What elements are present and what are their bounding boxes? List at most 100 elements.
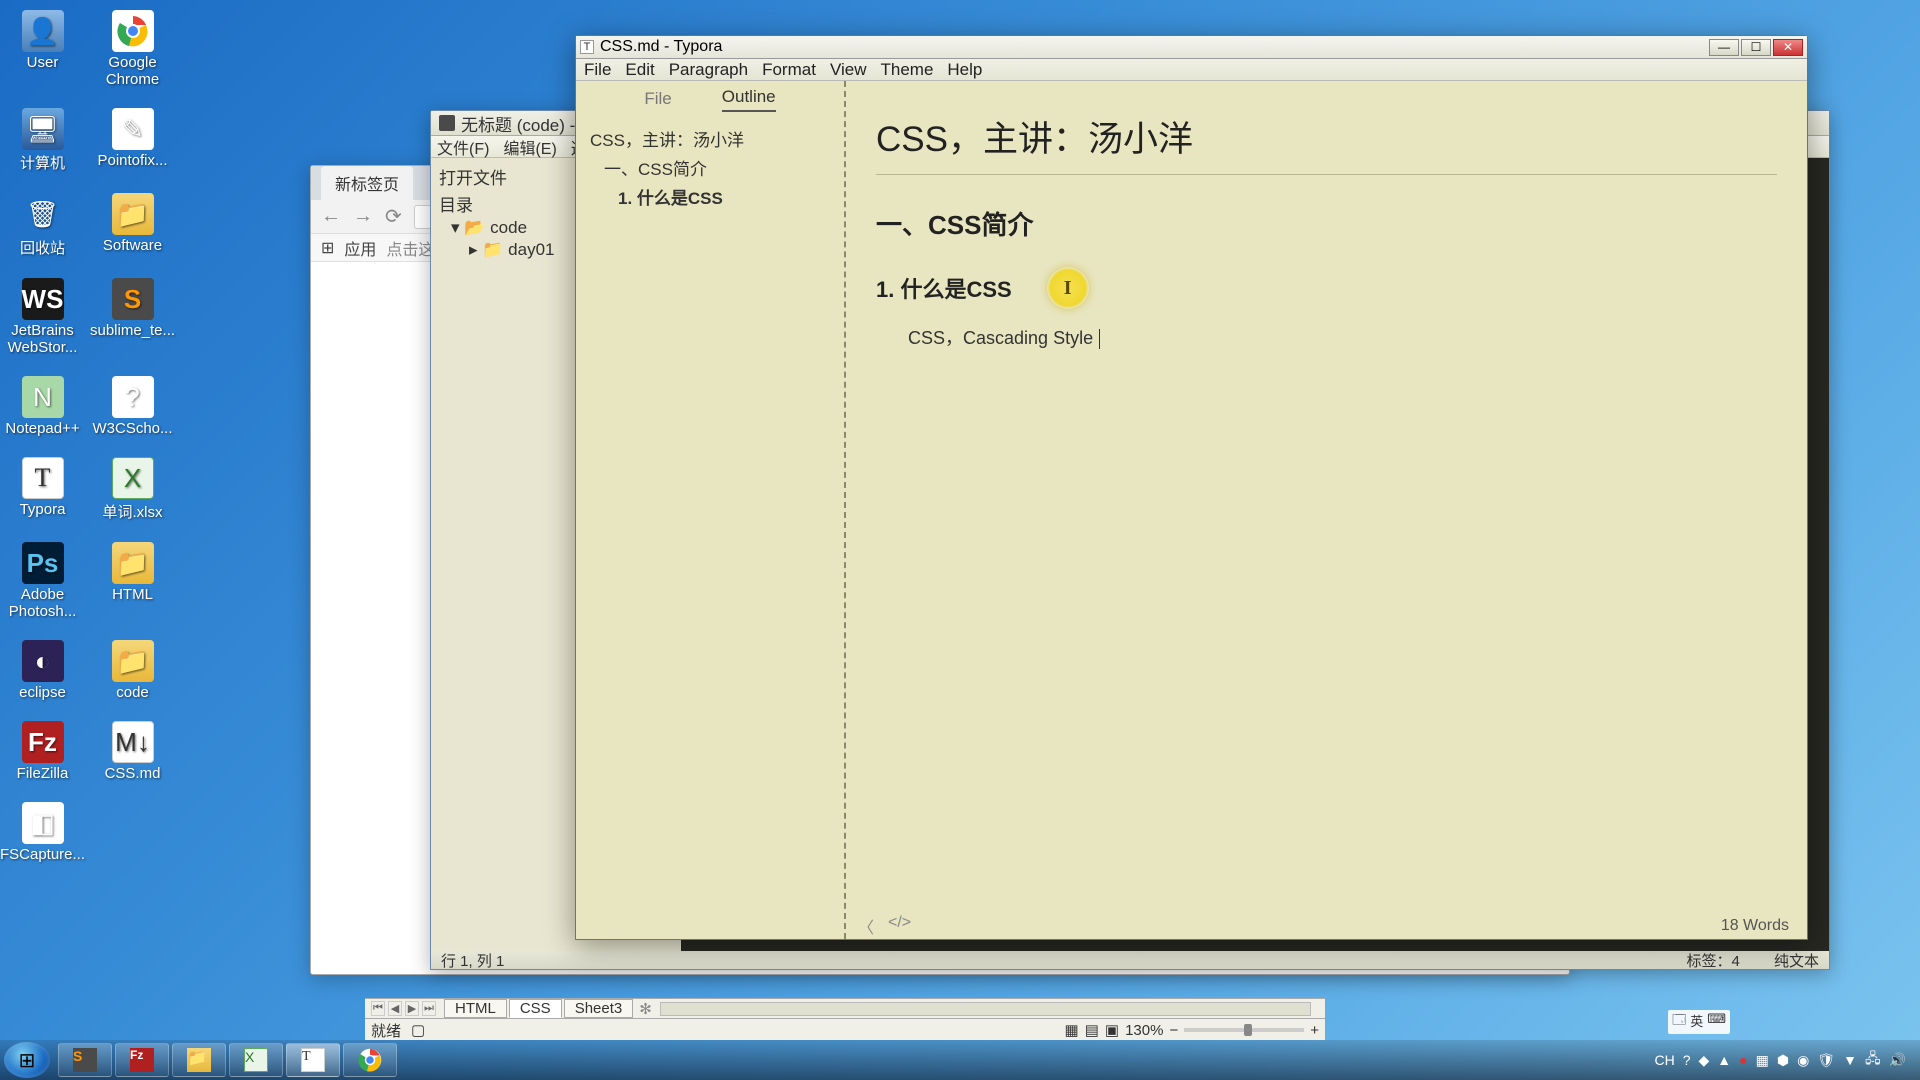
close-button[interactable]: ✕ <box>1773 39 1803 56</box>
menu-file[interactable]: 文件(F) <box>437 135 489 159</box>
desktop-icon-notepadpp[interactable]: NNotepad++ <box>10 376 75 437</box>
outline-item-intro[interactable]: 一、CSS简介 <box>590 156 830 185</box>
menu-help[interactable]: Help <box>947 60 982 80</box>
chrome-icon <box>358 1048 382 1072</box>
task-explorer[interactable]: 📁 <box>172 1043 226 1077</box>
doc-title[interactable]: CSS，主讲：汤小洋 <box>876 111 1777 162</box>
word-count[interactable]: 18 Words <box>1721 917 1789 935</box>
desktop-icon-cssmd[interactable]: M↓CSS.md <box>100 721 165 782</box>
task-filezilla[interactable]: Fz <box>115 1043 169 1077</box>
status-syntax[interactable]: 纯文本 <box>1774 953 1819 970</box>
sheet-nav-last-icon[interactable]: ⏭ <box>422 1001 436 1016</box>
tray-icon[interactable]: ◆ <box>1699 1052 1710 1069</box>
minimize-button[interactable]: — <box>1709 39 1739 56</box>
tray-icon[interactable]: 🛡 <box>1817 1052 1835 1069</box>
desktop-icon-w3cschool[interactable]: ?W3CScho... <box>100 376 165 437</box>
desktop-icon-user[interactable]: 👤User <box>10 10 75 88</box>
back-icon[interactable]: ← <box>321 205 341 228</box>
tray-icon[interactable]: ▦ <box>1756 1052 1769 1069</box>
apps-label[interactable]: 应用 <box>344 236 376 260</box>
sheet-tab-css[interactable]: CSS <box>509 999 562 1018</box>
back-icon[interactable]: 〈 <box>858 914 874 938</box>
doc-paragraph[interactable]: CSS，Cascading Style <box>876 324 1777 350</box>
sheet-tab-html[interactable]: HTML <box>444 999 507 1018</box>
typora-icon: T <box>22 457 64 499</box>
task-typora[interactable]: T <box>286 1043 340 1077</box>
desktop-icon-eclipse[interactable]: ◐eclipse <box>10 640 75 701</box>
outline-root[interactable]: CSS，主讲：汤小洋 <box>590 127 830 156</box>
typora-editor[interactable]: CSS，主讲：汤小洋 一、CSS简介 1. 什么是CSS I CSS，Casca… <box>846 81 1807 939</box>
zoom-level[interactable]: 130% <box>1125 1022 1163 1039</box>
ime-indicator[interactable]: 🗔 英 ⌨ <box>1668 1010 1730 1034</box>
task-sublime[interactable]: S <box>58 1043 112 1077</box>
excel-sheet-tabs: ⏮ ◀ ▶ ⏭ HTML CSS Sheet3 ✻ <box>365 999 1325 1019</box>
typora-titlebar[interactable]: T CSS.md - Typora — ☐ ✕ <box>576 36 1807 59</box>
network-icon[interactable]: 🖧 <box>1865 1048 1881 1072</box>
view-layout-icon[interactable]: ▤ <box>1085 1021 1099 1039</box>
panel-tab-outline[interactable]: Outline <box>722 87 776 112</box>
zoom-in-icon[interactable]: + <box>1310 1022 1319 1039</box>
outline-item-what-is-css[interactable]: 1. 什么是CSS <box>590 185 830 214</box>
desktop-icon-html-folder[interactable]: 📁HTML <box>100 542 165 620</box>
desktop-icon-recycle[interactable]: 🗑回收站 <box>10 193 75 258</box>
sheet-nav-next-icon[interactable]: ▶ <box>405 1001 419 1016</box>
desktop-icon-filezilla[interactable]: FzFileZilla <box>10 721 75 782</box>
sheet-nav-prev-icon[interactable]: ◀ <box>388 1001 402 1016</box>
desktop-icon-chrome[interactable]: Google Chrome <box>100 10 165 88</box>
desktop-icon-excel-file[interactable]: X单词.xlsx <box>100 457 165 522</box>
menu-edit[interactable]: 编辑(E) <box>503 135 556 159</box>
desktop-icon-computer[interactable]: 🖥计算机 <box>10 108 75 173</box>
menu-view[interactable]: View <box>830 60 867 80</box>
outline-tree: CSS，主讲：汤小洋 一、CSS简介 1. 什么是CSS <box>576 117 844 224</box>
tray-icon[interactable]: ▼ <box>1843 1052 1857 1068</box>
doc-h3[interactable]: 1. 什么是CSS I <box>876 267 1777 309</box>
desktop-icon-software[interactable]: 📁Software <box>100 193 165 258</box>
photoshop-icon: Ps <box>22 542 64 584</box>
desktop-icon-fscapture[interactable]: ◧FSCapture... <box>10 802 75 863</box>
sheet-tab-sheet3[interactable]: Sheet3 <box>564 999 634 1018</box>
menu-paragraph[interactable]: Paragraph <box>669 60 748 80</box>
menu-theme[interactable]: Theme <box>880 60 933 80</box>
tray-icon[interactable]: ◉ <box>1797 1052 1809 1069</box>
desktop-icon-sublime[interactable]: Ssublime_te... <box>100 278 165 356</box>
desktop-icon-webstorm[interactable]: WSJetBrains WebStor... <box>10 278 75 356</box>
source-mode-icon[interactable]: </> <box>888 914 911 938</box>
maximize-button[interactable]: ☐ <box>1741 39 1771 56</box>
folder-icon: 📁 <box>112 640 154 682</box>
filezilla-icon: Fz <box>22 721 64 763</box>
excel-window-strip: ⏮ ◀ ▶ ⏭ HTML CSS Sheet3 ✻ 就绪 ▢ ▦ ▤ ▣ 130… <box>365 998 1325 1040</box>
desktop-icon-typora[interactable]: TTypora <box>10 457 75 522</box>
start-button[interactable]: ⊞ <box>4 1042 50 1078</box>
panel-tab-file[interactable]: File <box>644 89 671 109</box>
tray-icon[interactable]: ● <box>1739 1052 1747 1068</box>
chrome-tab[interactable]: 新标签页 <box>321 166 413 200</box>
menu-file[interactable]: File <box>584 60 611 80</box>
status-position: 行 1, 列 1 <box>441 950 504 971</box>
view-break-icon[interactable]: ▣ <box>1105 1021 1119 1039</box>
menu-edit[interactable]: Edit <box>625 60 654 80</box>
help-icon[interactable]: ? <box>1683 1052 1691 1068</box>
new-sheet-icon[interactable]: ✻ <box>639 1000 652 1018</box>
desktop-icon-pointofix[interactable]: ✎Pointofix... <box>100 108 165 173</box>
zoom-out-icon[interactable]: − <box>1169 1022 1178 1039</box>
volume-icon[interactable]: 🔊 <box>1889 1052 1906 1069</box>
horizontal-scrollbar[interactable] <box>660 1002 1311 1016</box>
ime-lang[interactable]: CH <box>1654 1052 1674 1068</box>
tray-icon[interactable]: ▲ <box>1717 1052 1731 1068</box>
excel-icon: X <box>244 1048 268 1072</box>
view-normal-icon[interactable]: ▦ <box>1065 1021 1079 1039</box>
zoom-slider[interactable] <box>1184 1028 1304 1032</box>
menu-format[interactable]: Format <box>762 60 816 80</box>
status-record-icon[interactable]: ▢ <box>411 1021 425 1039</box>
doc-h2[interactable]: 一、CSS简介 <box>876 205 1777 242</box>
task-chrome[interactable] <box>343 1043 397 1077</box>
status-tabs[interactable]: 标签：4 <box>1686 953 1739 970</box>
sheet-nav-first-icon[interactable]: ⏮ <box>371 1001 385 1016</box>
desktop-icon-code-folder[interactable]: 📁code <box>100 640 165 701</box>
reload-icon[interactable]: ⟳ <box>385 204 402 229</box>
apps-icon[interactable]: ⊞ <box>321 238 334 258</box>
forward-icon[interactable]: → <box>353 205 373 228</box>
tray-icon[interactable]: ⬢ <box>1777 1052 1789 1069</box>
desktop-icon-photoshop[interactable]: PsAdobe Photosh... <box>10 542 75 620</box>
task-excel[interactable]: X <box>229 1043 283 1077</box>
